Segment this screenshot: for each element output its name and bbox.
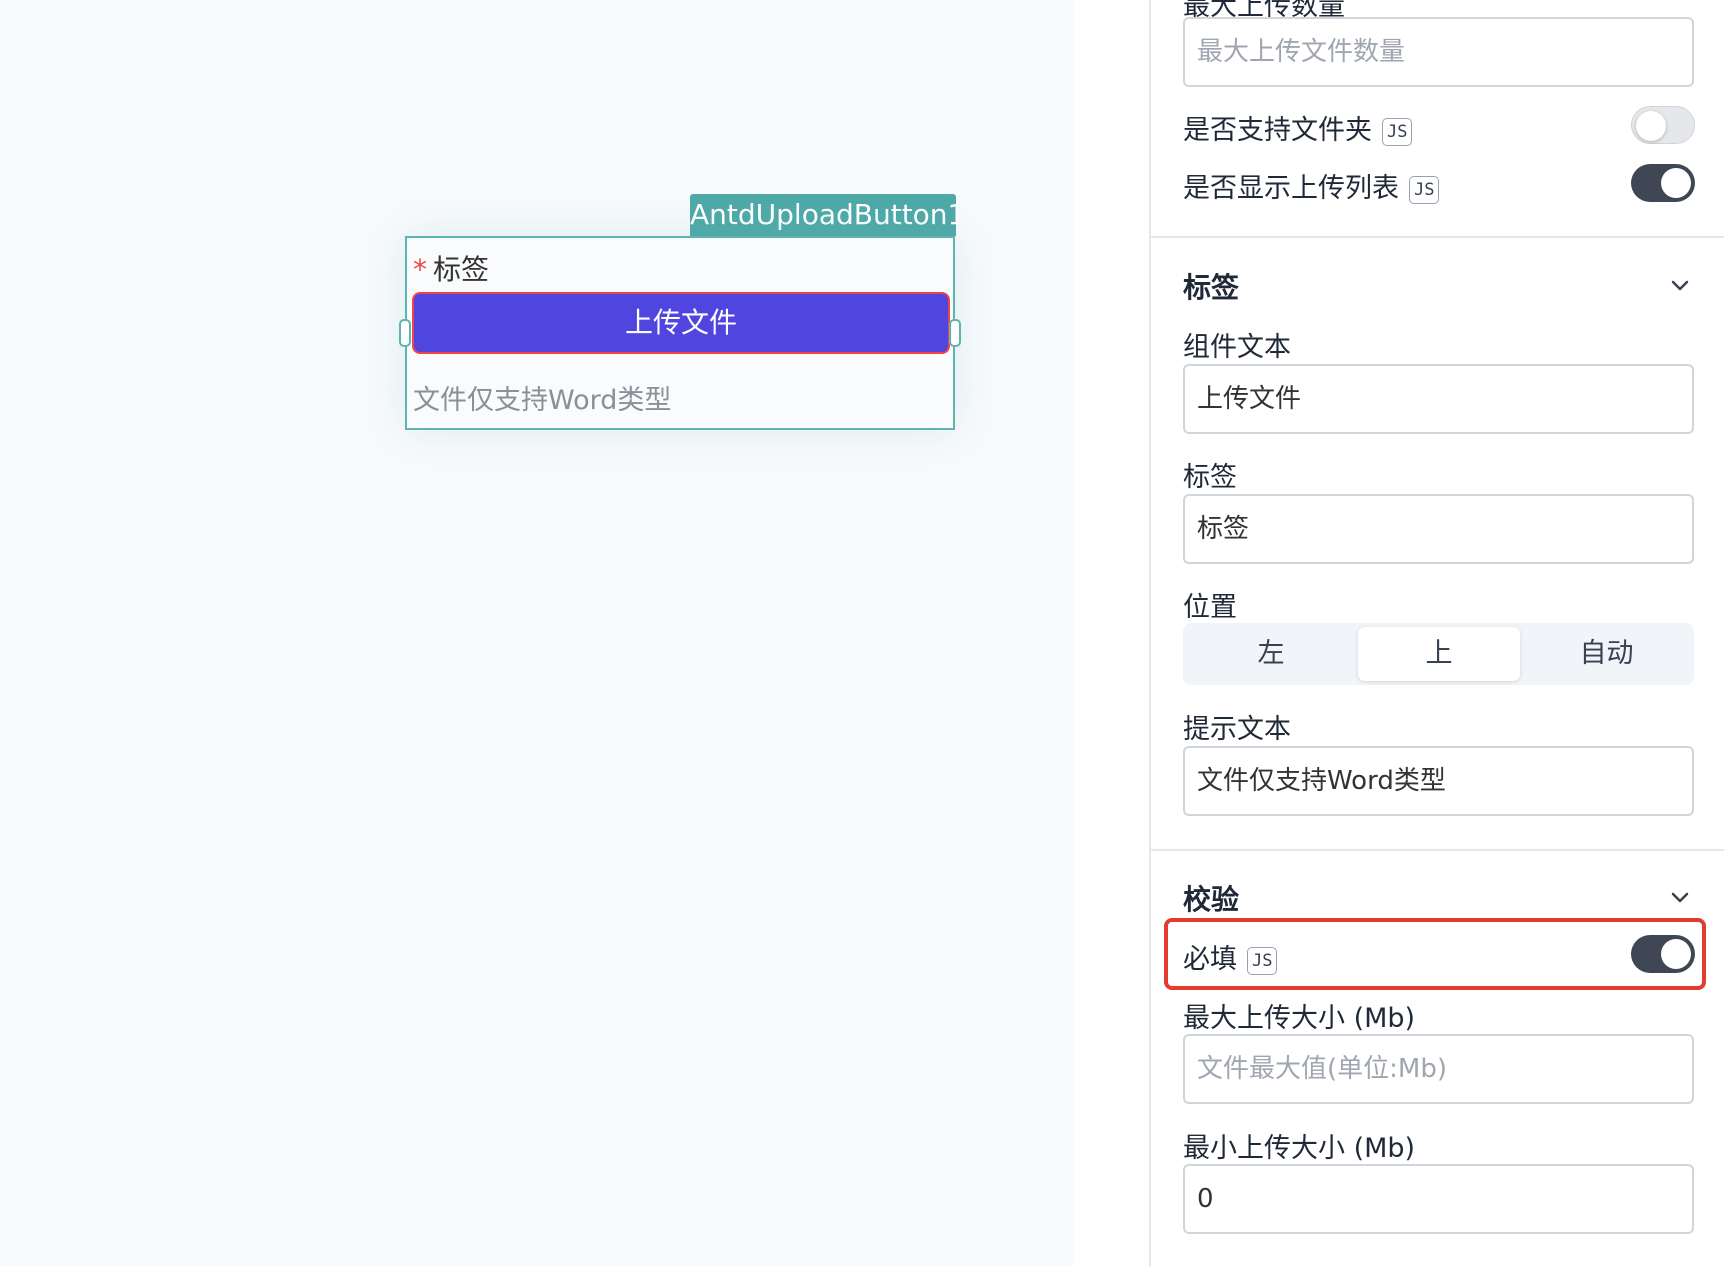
- section-divider: [1151, 849, 1724, 851]
- resize-handle-left[interactable]: [399, 319, 411, 347]
- max-count-input[interactable]: 最大上传文件数量: [1183, 17, 1694, 87]
- hint-text-label: 提示文本: [1183, 714, 1291, 745]
- component-text-input[interactable]: 上传文件: [1183, 364, 1694, 434]
- max-size-input[interactable]: 文件最大值(单位:Mb): [1183, 1034, 1694, 1104]
- resize-handle-right[interactable]: [949, 319, 961, 347]
- required-mark: *: [413, 253, 427, 286]
- properties-panel: 最大上传数量 最大上传文件数量 是否支持文件夹 JS 是否显示上传列表 JS 标签 …: [1151, 0, 1724, 1266]
- section-divider: [1151, 236, 1724, 238]
- support-folder-switch[interactable]: [1631, 106, 1695, 144]
- validation-section-title[interactable]: 校验: [1183, 878, 1239, 918]
- support-folder-label: 是否支持文件夹 JS: [1183, 108, 1413, 147]
- component-text-label: 组件文本: [1183, 332, 1291, 363]
- field-hint: 文件仅支持Word类型: [413, 385, 672, 416]
- max-size-label: 最大上传大小 (Mb): [1183, 1003, 1416, 1034]
- min-size-label: 最小上传大小 (Mb): [1183, 1133, 1416, 1164]
- editor-canvas[interactable]: [0, 0, 1074, 1266]
- panel-gutter: [1074, 0, 1149, 1266]
- js-toggle-icon[interactable]: JS: [1382, 117, 1413, 146]
- support-folder-label-text: 是否支持文件夹: [1183, 115, 1372, 146]
- switch-knob: [1636, 111, 1666, 141]
- required-row-highlight: [1164, 918, 1706, 990]
- position-option-auto[interactable]: 自动: [1523, 627, 1690, 681]
- chevron-down-icon[interactable]: [1669, 274, 1691, 296]
- label-field-input[interactable]: 标签: [1183, 494, 1694, 564]
- hint-text-input[interactable]: 文件仅支持Word类型: [1183, 746, 1694, 816]
- position-segmented-control: 左 上 自动: [1183, 623, 1694, 685]
- position-option-top[interactable]: 上: [1358, 627, 1520, 681]
- field-label: * 标签: [413, 248, 489, 288]
- switch-knob: [1661, 168, 1691, 198]
- position-option-left[interactable]: 左: [1187, 627, 1355, 681]
- show-list-label-text: 是否显示上传列表: [1183, 173, 1399, 204]
- chevron-down-icon[interactable]: [1669, 886, 1691, 908]
- label-field-label: 标签: [1183, 462, 1237, 493]
- upload-file-button[interactable]: 上传文件: [412, 292, 950, 354]
- field-label-text: 标签: [433, 253, 490, 286]
- upload-button-component[interactable]: * 标签 上传文件 文件仅支持Word类型: [405, 236, 955, 430]
- position-label: 位置: [1183, 592, 1237, 623]
- show-list-switch[interactable]: [1631, 164, 1695, 202]
- component-name-tag[interactable]: AntdUploadButton1: [690, 194, 965, 236]
- show-list-label: 是否显示上传列表 JS: [1183, 166, 1440, 205]
- min-size-input[interactable]: 0: [1183, 1164, 1694, 1234]
- js-toggle-icon[interactable]: JS: [1409, 175, 1440, 204]
- label-section-title[interactable]: 标签: [1183, 266, 1239, 306]
